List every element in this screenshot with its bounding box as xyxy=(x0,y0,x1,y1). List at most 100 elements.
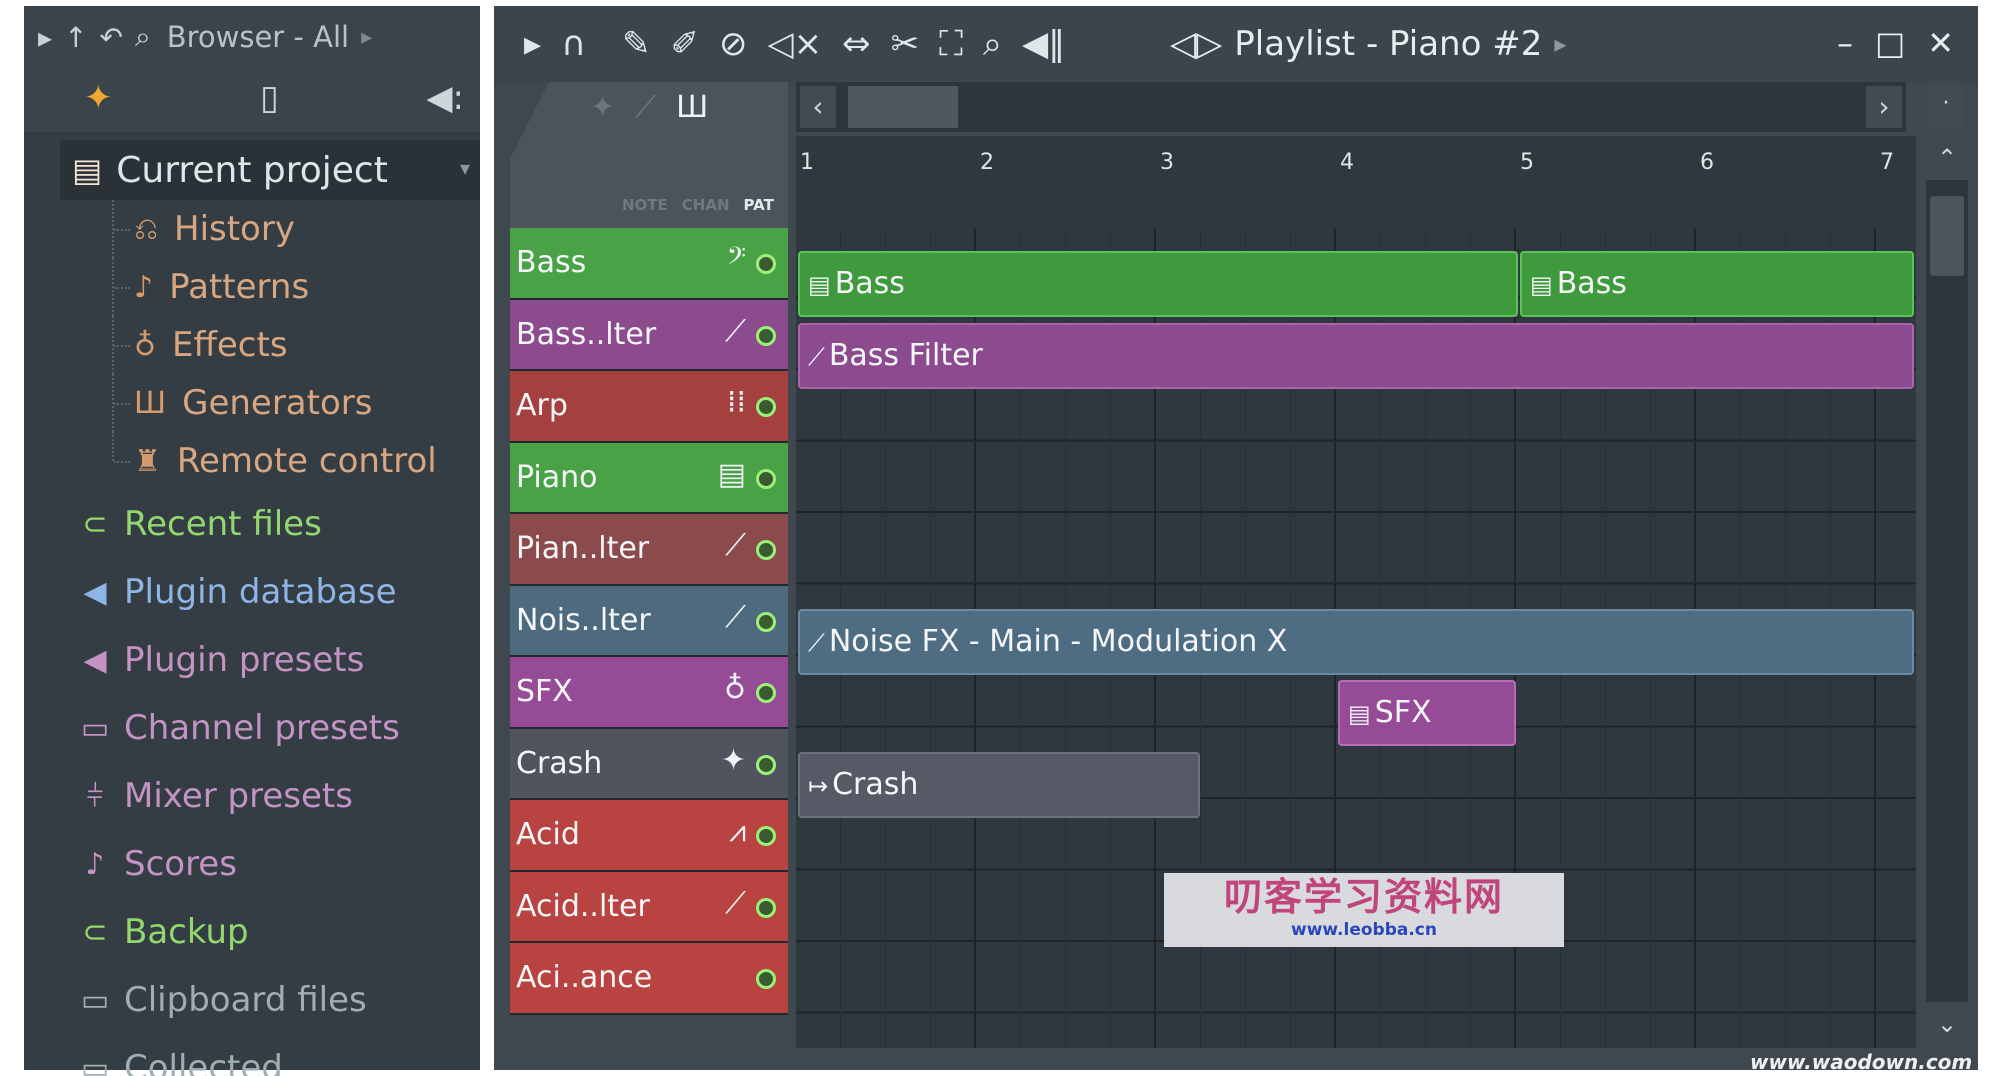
scroll-left-icon[interactable]: ‹ xyxy=(800,86,836,128)
scroll-down-icon[interactable]: ⌄ xyxy=(1926,1002,1968,1046)
clip-noise-fx[interactable]: ⟋ Noise FX - Main - Modulation X xyxy=(798,609,1914,675)
search-icon[interactable]: ⌕ xyxy=(135,20,151,54)
up-arrow-icon[interactable]: ↑ xyxy=(64,21,87,54)
folder-link-icon: ⊂ xyxy=(82,506,108,542)
browser-item-plugin-database[interactable]: ◀ Plugin database xyxy=(60,558,480,626)
mute-icon[interactable]: ◁× xyxy=(767,24,822,64)
folder-icon: ▭ xyxy=(80,982,110,1018)
automation-filter-icon[interactable]: ⟋ xyxy=(635,90,656,125)
track-name[interactable]: Acid xyxy=(516,817,580,852)
track-name[interactable]: Arp xyxy=(516,388,568,423)
clip-bass-2[interactable]: ▤ Bass xyxy=(1520,251,1914,317)
track-piano-filter[interactable]: Pian..lter ⟋ xyxy=(510,514,788,586)
track-name[interactable]: Bass xyxy=(516,245,586,280)
track-name[interactable]: Acid..lter xyxy=(516,889,650,924)
clip-label: Bass xyxy=(834,266,905,301)
track-mute-led[interactable] xyxy=(756,254,776,274)
dropdown-caret-icon[interactable]: ▾ xyxy=(460,156,470,180)
zoom-icon[interactable]: ⌕ xyxy=(983,24,1002,64)
play-arrow-icon[interactable]: ▸ xyxy=(38,21,52,54)
track-name[interactable]: SFX xyxy=(516,674,573,709)
pattern-filter-icon[interactable]: Ш xyxy=(676,90,708,125)
track-noise-filter[interactable]: Nois..lter ⟋ xyxy=(510,585,788,657)
play-arrow-icon[interactable]: ▸ xyxy=(524,24,541,64)
select-icon[interactable]: ⛶ xyxy=(939,24,963,64)
mode-note[interactable]: NOTE xyxy=(622,196,668,214)
mode-pat[interactable]: PAT xyxy=(744,196,774,214)
track-sfx[interactable]: SFX ♁ xyxy=(510,657,788,729)
track-name[interactable]: Piano xyxy=(516,460,598,495)
browser-item-mixer-presets[interactable]: ⫩ Mixer presets xyxy=(60,762,480,830)
track-mute-led[interactable] xyxy=(756,826,776,846)
tree-item-patterns[interactable]: ♪ Patterns xyxy=(60,258,480,316)
clip-sfx[interactable]: ▤ SFX xyxy=(1338,680,1516,746)
track-bass-filter[interactable]: Bass..lter ⟋ xyxy=(510,299,788,371)
track-bass[interactable]: Bass 𝄢 xyxy=(510,228,788,300)
track-name[interactable]: Crash xyxy=(516,746,602,781)
time-ruler[interactable]: 1 2 3 4 5 6 7 xyxy=(796,136,1916,228)
close-icon[interactable]: ✕ xyxy=(1927,24,1954,62)
undo-icon[interactable]: ↶ xyxy=(100,21,123,54)
vertical-scroll-thumb[interactable] xyxy=(1930,196,1964,276)
horizontal-scrollbar[interactable]: ‹ › xyxy=(796,82,1906,132)
mode-chan[interactable]: CHAN xyxy=(682,196,730,214)
track-mute-led[interactable] xyxy=(756,897,776,918)
track-name[interactable]: Aci..ance xyxy=(516,960,652,995)
minimize-icon[interactable]: – xyxy=(1837,24,1853,62)
scroll-up-icon[interactable]: ⌃ xyxy=(1926,136,1968,180)
speaker-icon[interactable]: ◀: xyxy=(426,78,464,118)
browser-item-collected[interactable]: ▭ Collected xyxy=(60,1034,480,1076)
pencil-icon[interactable]: ✎ xyxy=(622,24,651,64)
audio-clip-filter-icon[interactable]: ✦ xyxy=(590,90,615,125)
tree-item-history[interactable]: ⎌ History xyxy=(60,200,480,258)
browser-item-channel-presets[interactable]: ▭ Channel presets xyxy=(60,694,480,762)
vertical-scrollbar[interactable]: ⌃ ⌄ xyxy=(1926,136,1968,1046)
browser-item-backup[interactable]: ⊂ Backup xyxy=(60,898,480,966)
delete-icon[interactable]: ⊘ xyxy=(719,24,748,64)
scroll-right-icon[interactable]: › xyxy=(1866,86,1902,128)
sparkle-icon[interactable]: ✦ xyxy=(84,78,113,118)
slice-icon[interactable]: ✂ xyxy=(891,24,920,64)
paint-icon[interactable]: ✐ xyxy=(670,24,699,64)
track-name[interactable]: Nois..lter xyxy=(516,603,651,638)
track-mute-led[interactable] xyxy=(756,969,776,989)
track-mute-led[interactable] xyxy=(756,611,776,632)
track-piano[interactable]: Piano ▤ xyxy=(510,442,788,514)
browser-item-plugin-presets[interactable]: ◀ Plugin presets xyxy=(60,626,480,694)
track-acid[interactable]: Acid ⩘ xyxy=(510,800,788,872)
maximize-icon[interactable]: □ xyxy=(1875,24,1905,62)
current-project-item[interactable]: ▤ Current project ▾ xyxy=(60,140,480,200)
clip-bass-filter[interactable]: ⟋ Bass Filter xyxy=(798,323,1914,389)
bar-number: 2 xyxy=(980,150,994,175)
browser-item-clipboard-files[interactable]: ▭ Clipboard files xyxy=(60,966,480,1034)
magnet-icon[interactable]: ∩ xyxy=(561,24,586,64)
tree-item-effects[interactable]: ♁ Effects xyxy=(60,316,480,374)
clip-crash[interactable]: ↦ Crash xyxy=(798,752,1200,818)
track-mute-led[interactable] xyxy=(756,325,776,346)
track-arp[interactable]: Arp ⁞⁞ xyxy=(510,371,788,443)
speaker-arrows-icon[interactable]: ◁▷ xyxy=(1170,24,1222,64)
scroll-thumb[interactable] xyxy=(848,86,958,128)
document-icon[interactable]: ▯ xyxy=(260,78,279,118)
playback-icon[interactable]: ◀‖ xyxy=(1022,24,1065,64)
note-icon: ♪ xyxy=(85,846,105,882)
track-crash[interactable]: Crash ✦ xyxy=(510,728,788,800)
clip-bass-1[interactable]: ▤ Bass xyxy=(798,251,1518,317)
track-mute-led[interactable] xyxy=(756,468,776,489)
pin-button[interactable]: · xyxy=(1928,86,1964,128)
track-name[interactable]: Bass..lter xyxy=(516,317,656,352)
track-acid-resonance[interactable]: Aci..ance xyxy=(510,943,788,1015)
tree-item-remote-control[interactable]: ♜ Remote control xyxy=(60,432,480,490)
browser-item-scores[interactable]: ♪ Scores xyxy=(60,830,480,898)
chevron-right-icon[interactable]: ▸ xyxy=(361,25,372,50)
track-mute-led[interactable] xyxy=(756,540,776,560)
track-acid-filter[interactable]: Acid..lter ⟋ xyxy=(510,871,788,943)
slip-icon[interactable]: ⇔ xyxy=(842,24,871,64)
browser-item-recent-files[interactable]: ⊂ Recent files xyxy=(60,490,480,558)
tree-item-generators[interactable]: Ш Generators xyxy=(60,374,480,432)
track-name[interactable]: Pian..lter xyxy=(516,531,649,566)
track-mute-led[interactable] xyxy=(756,397,776,417)
chevron-right-icon[interactable]: ▸ xyxy=(1554,30,1566,58)
track-mute-led[interactable] xyxy=(756,683,776,703)
track-mute-led[interactable] xyxy=(756,754,776,775)
